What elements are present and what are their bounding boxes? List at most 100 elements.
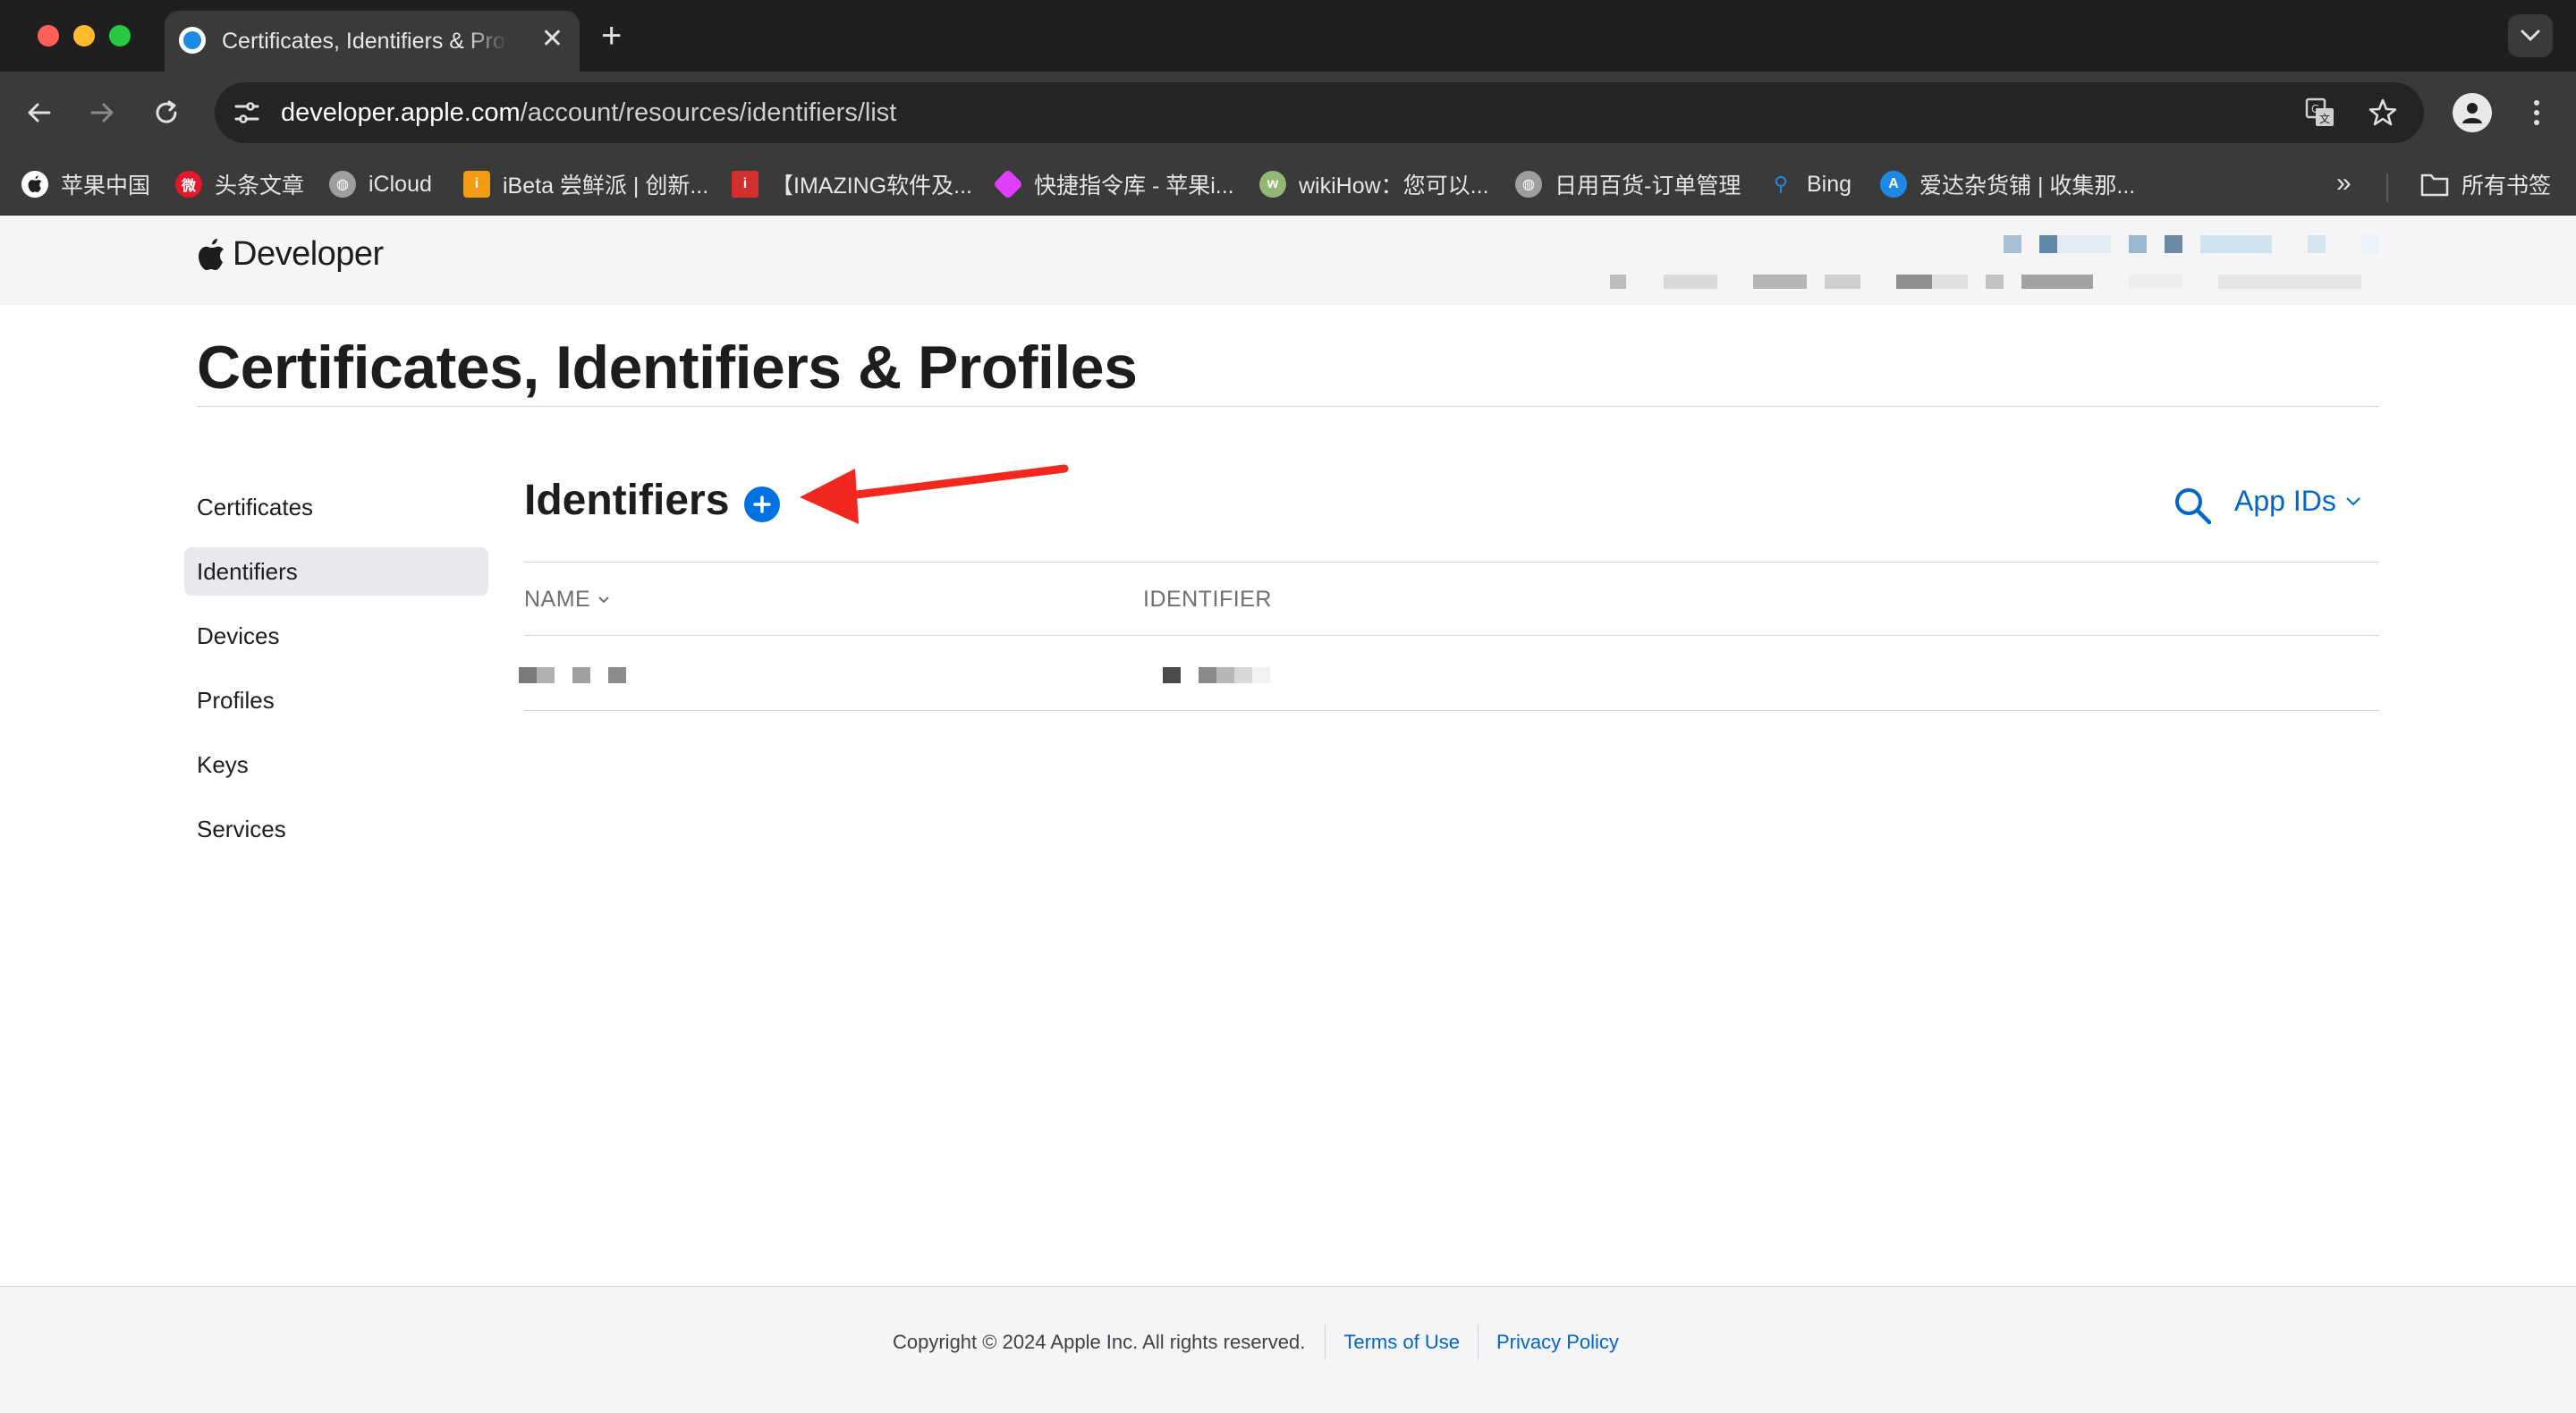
ibeta-icon: i bbox=[463, 171, 490, 198]
chevron-down-icon bbox=[2346, 496, 2360, 505]
bookmark-label: 快捷指令库 - 苹果i... bbox=[1034, 173, 1234, 199]
arrow-left-icon bbox=[28, 103, 51, 123]
bookmarks-bar: 苹果中国 微头条文章 ◍ iCloud i iBeta 尝鲜派 | 创新... i 【… bbox=[0, 154, 2576, 216]
imazing-icon: i bbox=[732, 171, 758, 198]
shortcuts-icon bbox=[993, 169, 1023, 199]
chevron-down-icon bbox=[2521, 30, 2540, 42]
bookmarks-divider bbox=[2386, 173, 2388, 202]
bookmark-item[interactable]: 苹果中国 bbox=[21, 166, 150, 202]
sidebar-item-services[interactable]: Services bbox=[184, 805, 488, 853]
browser-toolbar: developer.apple.com/account/resources/id… bbox=[0, 72, 2576, 154]
sidebar-item-keys[interactable]: Keys bbox=[184, 740, 488, 789]
bookmark-item[interactable]: i 【IMAZING软件及... bbox=[732, 166, 972, 202]
search-icon: ⚲ bbox=[1773, 173, 1789, 195]
bookmark-label: wikiHow：您可以... bbox=[1299, 173, 1489, 199]
back-button[interactable] bbox=[20, 93, 59, 132]
sidebar-item-identifiers[interactable]: Identifiers bbox=[184, 547, 488, 596]
bookmark-item[interactable]: 微头条文章 bbox=[175, 166, 304, 202]
url-path: /account/resources/identifiers/list bbox=[520, 98, 897, 127]
bookmark-item[interactable]: ⚲ Bing bbox=[1767, 166, 1852, 202]
annotation-arrow-icon bbox=[800, 464, 1069, 524]
site-info-icon[interactable] bbox=[231, 97, 263, 129]
table-row[interactable] bbox=[519, 637, 2379, 710]
person-icon bbox=[2462, 103, 2482, 123]
url-text: developer.apple.com/account/resources/id… bbox=[281, 98, 896, 128]
column-header-label: IDENTIFIER bbox=[1143, 587, 1272, 612]
privacy-policy-link[interactable]: Privacy Policy bbox=[1479, 1331, 1637, 1354]
bookmark-label: Bing bbox=[1807, 171, 1852, 197]
add-identifier-button[interactable] bbox=[744, 487, 780, 522]
tab-title: Certificates, Identifiers & Profiles bbox=[222, 29, 508, 54]
wikihow-icon: w bbox=[1259, 171, 1286, 198]
browser-tab-active[interactable]: Certificates, Identifiers & Profiles ✕ bbox=[165, 11, 580, 72]
all-bookmarks-label: 所有书签 bbox=[2462, 173, 2552, 199]
redacted-name-cell bbox=[519, 667, 626, 683]
sidebar-item-profiles[interactable]: Profiles bbox=[184, 676, 488, 724]
close-tab-icon[interactable]: ✕ bbox=[541, 23, 564, 55]
bookmark-label: 爱达杂货铺 | 收集那... bbox=[1919, 173, 2136, 199]
more-vertical-icon bbox=[2534, 100, 2539, 125]
bookmark-star-icon[interactable] bbox=[2365, 95, 2401, 131]
bookmark-label: iBeta 尝鲜派 | 创新... bbox=[503, 173, 709, 199]
tab-search-button[interactable] bbox=[2508, 14, 2553, 57]
reload-icon bbox=[156, 100, 177, 123]
url-domain: developer.apple.com bbox=[281, 98, 521, 127]
sidebar-item-devices[interactable]: Devices bbox=[184, 612, 488, 660]
folder-icon bbox=[2420, 173, 2449, 197]
divider bbox=[524, 562, 2379, 563]
divider bbox=[524, 710, 2379, 711]
filter-label: App IDs bbox=[2234, 485, 2336, 517]
all-bookmarks-button[interactable]: 所有书签 bbox=[2420, 166, 2551, 202]
copyright-text: Copyright © 2024 Apple Inc. All rights r… bbox=[893, 1331, 1306, 1353]
forward-button[interactable] bbox=[82, 93, 122, 132]
bookmark-label: 苹果中国 bbox=[61, 173, 151, 199]
site-header: Developer bbox=[0, 216, 2576, 305]
bookmark-item[interactable]: i iBeta 尝鲜派 | 创新... bbox=[463, 166, 708, 202]
bookmark-item[interactable]: A 爱达杂货铺 | 收集那... bbox=[1880, 166, 2135, 202]
more-bookmarks-chevron-icon[interactable]: » bbox=[2336, 168, 2351, 199]
svg-text:G: G bbox=[2311, 103, 2319, 115]
appstore-icon: A bbox=[1880, 171, 1907, 198]
new-tab-button[interactable]: + bbox=[601, 16, 622, 55]
redacted-identifier-cell bbox=[1163, 667, 1270, 683]
translate-icon[interactable]: G文 bbox=[2302, 95, 2338, 131]
search-icon[interactable] bbox=[2172, 485, 2213, 526]
bookmark-label: 头条文章 bbox=[215, 173, 305, 199]
globe-icon: ◍ bbox=[329, 171, 356, 198]
reload-button[interactable] bbox=[147, 93, 186, 132]
bookmark-item[interactable]: ◍ 日用百货-订单管理 bbox=[1515, 166, 1741, 202]
apple-logo-icon bbox=[199, 238, 224, 270]
bookmark-item[interactable]: ◍ iCloud bbox=[329, 166, 432, 202]
terms-of-use-link[interactable]: Terms of Use bbox=[1326, 1331, 1478, 1354]
developer-logo[interactable]: Developer bbox=[197, 235, 384, 274]
address-bar[interactable]: developer.apple.com/account/resources/id… bbox=[215, 82, 2424, 143]
minimize-window-button[interactable] bbox=[73, 25, 95, 47]
page-title: Certificates, Identifiers & Profiles bbox=[197, 334, 1138, 402]
bookmark-label: 日用百货-订单管理 bbox=[1555, 173, 1741, 199]
arrow-right-icon bbox=[90, 103, 114, 123]
app-ids-filter-dropdown[interactable]: App IDs bbox=[2234, 485, 2361, 518]
column-header-identifier[interactable]: IDENTIFIER bbox=[1143, 587, 1272, 613]
divider bbox=[524, 635, 2379, 636]
developer-brand-text: Developer bbox=[233, 235, 384, 273]
apple-icon bbox=[21, 171, 48, 198]
bookmark-label: iCloud bbox=[369, 171, 432, 197]
close-window-button[interactable] bbox=[38, 25, 59, 47]
profile-button[interactable] bbox=[2453, 93, 2492, 132]
apple-favicon-icon bbox=[179, 27, 206, 54]
sidebar-item-certificates[interactable]: Certificates bbox=[184, 483, 488, 531]
browser-menu-button[interactable] bbox=[2521, 93, 2553, 132]
column-header-label: NAME bbox=[524, 587, 591, 612]
section-title: Identifiers bbox=[524, 477, 730, 524]
weibo-icon: 微 bbox=[175, 171, 202, 198]
site-footer: Copyright © 2024 Apple Inc. All rights r… bbox=[0, 1287, 2576, 1413]
globe-icon: ◍ bbox=[1515, 171, 1542, 198]
maximize-window-button[interactable] bbox=[109, 25, 131, 47]
column-header-name[interactable]: NAME bbox=[524, 587, 610, 613]
bookmark-item[interactable]: 快捷指令库 - 苹果i... bbox=[993, 166, 1234, 202]
browser-titlebar: Certificates, Identifiers & Profiles ✕ + bbox=[0, 0, 2576, 72]
svg-text:文: 文 bbox=[2319, 112, 2330, 125]
bookmark-item[interactable]: w wikiHow：您可以... bbox=[1259, 166, 1489, 202]
divider bbox=[197, 406, 2379, 407]
plus-icon bbox=[753, 495, 771, 513]
